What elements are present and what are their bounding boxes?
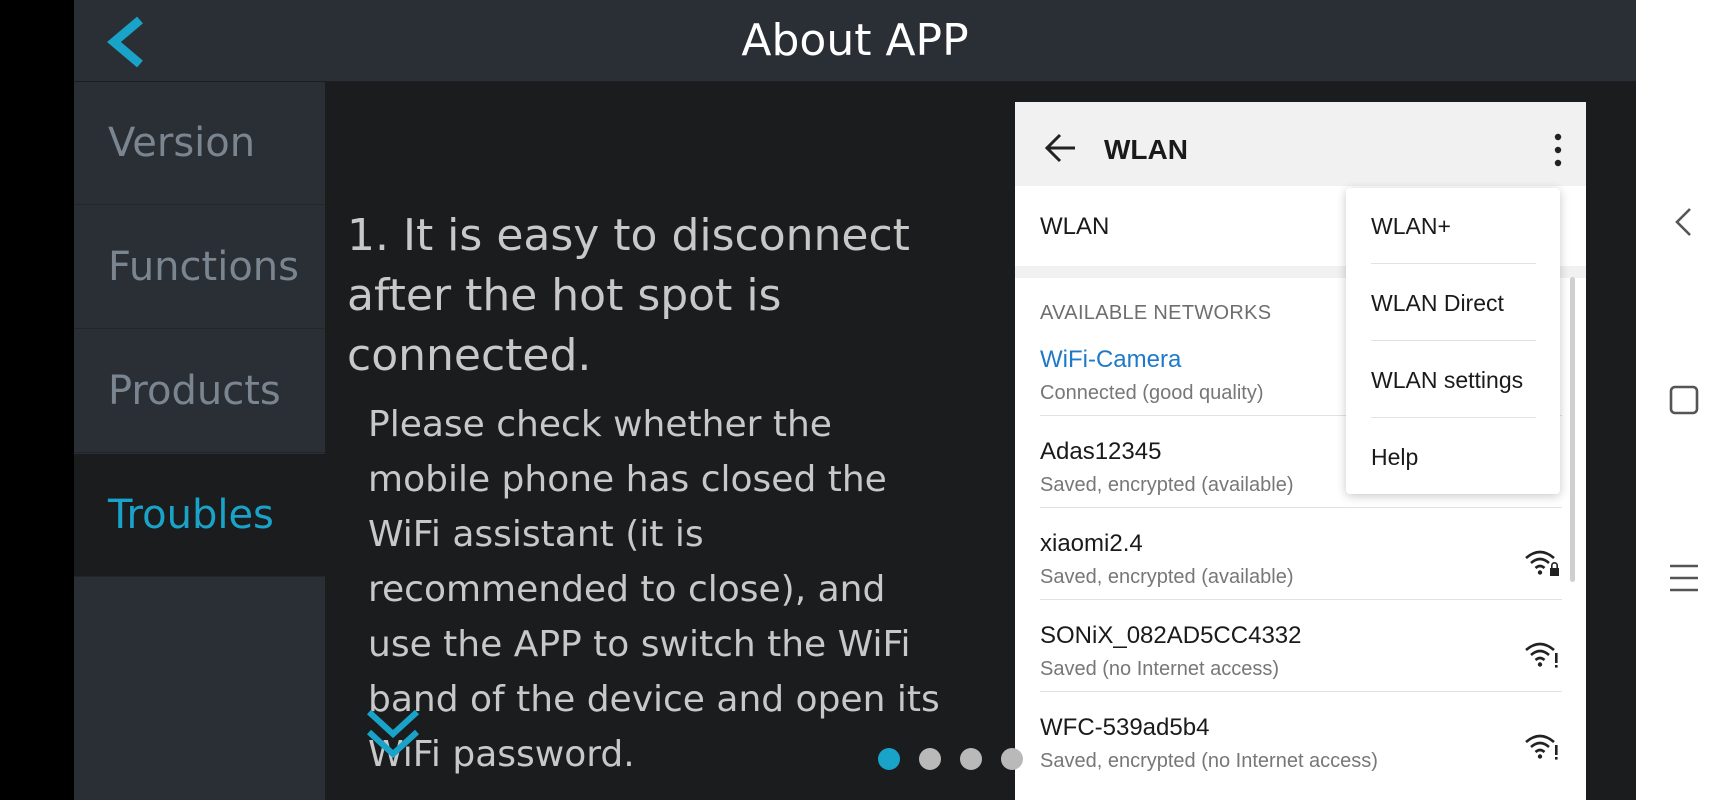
phone-title: WLAN [1104,134,1188,165]
wifi-lock-icon [1525,550,1559,576]
sidebar-item-label: Troubles [108,492,274,538]
network-item: xiaomi2.4 Saved, encrypted (available) [1015,508,1586,600]
page-dot-3[interactable] [960,748,982,770]
menu-item-wlan-plus: WLAN+ [1346,188,1560,264]
divider [1371,417,1536,418]
menu-lines-icon [1670,564,1698,592]
sidebar-item-troubles[interactable]: Troubles [74,454,325,577]
sidebar-item-functions[interactable]: Functions [74,206,325,329]
network-name: xiaomi2.4 [1040,530,1143,557]
left-black-bar [0,0,74,800]
network-status: Saved (no Internet access) [1040,658,1280,680]
header-bar: About APP [74,0,1636,82]
sidebar-item-label: Products [108,368,281,414]
network-status: Saved, encrypted (available) [1040,566,1294,588]
menu-item-label: WLAN settings [1371,367,1524,393]
arrow-left-icon [1044,133,1075,163]
menu-item-wlan-settings: WLAN settings [1346,342,1560,418]
divider [1371,340,1536,341]
page-dot-2[interactable] [919,748,941,770]
wifi-warning-icon [1525,642,1558,668]
network-name: WFC-539ad5b4 [1040,714,1210,741]
network-item: SONiX_082AD5CC4332 Saved (no Internet ac… [1015,600,1586,692]
network-name: WiFi-Camera [1040,346,1182,373]
sidebar-item-products[interactable]: Products [74,330,325,453]
menu-item-help: Help [1346,419,1560,495]
sidebar-item-label: Version [108,120,256,166]
sidebar: Version Functions Products Troubles [74,82,325,800]
page-dot-4[interactable] [1001,748,1023,770]
system-nav-bar [1636,0,1733,800]
wlan-toggle-label: WLAN [1040,213,1110,240]
overflow-menu: WLAN+ WLAN Direct WLAN settings Help [1346,188,1560,494]
question-title: 1. It is easy to disconnect after the ho… [347,210,910,381]
content-panel: 1. It is easy to disconnect after the ho… [325,82,1636,800]
page-dot-1[interactable] [878,748,900,770]
nav-home-button[interactable] [1663,379,1705,421]
network-item: WFC-539ad5b4 Saved, encrypted (no Intern… [1015,692,1586,784]
app-window: About APP Version Functions Products Tro… [74,0,1636,800]
more-vertical-icon [1554,133,1562,167]
answer-body: Please check whether the mobile phone ha… [368,404,940,775]
scroll-down-button[interactable] [363,702,423,766]
network-status: Saved, encrypted (available) [1040,474,1294,496]
home-square-icon [1669,385,1699,415]
menu-item-label: Help [1371,444,1419,470]
menu-item-label: WLAN Direct [1371,290,1504,316]
menu-item-wlan-direct: WLAN Direct [1346,265,1560,341]
nav-back-button[interactable] [1663,201,1705,243]
page-title: About APP [741,15,969,66]
menu-item-label: WLAN+ [1371,213,1451,239]
network-status: Connected (good quality) [1040,382,1264,404]
nav-menu-button[interactable] [1663,557,1705,599]
network-name: SONiX_082AD5CC4332 [1040,622,1302,649]
network-name: Adas12345 [1040,438,1162,465]
divider [1371,263,1536,264]
sidebar-item-label: Functions [108,244,299,290]
section-label: AVAILABLE NETWORKS [1040,302,1272,324]
phone-screenshot: WLAN WLAN AVAILABLE NETWORKS WiFi-Camera… [1015,102,1586,800]
network-status: Saved, encrypted (no Internet access) [1040,750,1378,772]
double-chevron-down-icon [366,709,420,759]
wifi-warning-icon [1525,734,1558,760]
back-triangle-icon [1675,208,1691,236]
sidebar-item-version[interactable]: Version [74,82,325,205]
scrollbar [1570,277,1575,582]
phone-toolbar: WLAN [1015,102,1586,186]
